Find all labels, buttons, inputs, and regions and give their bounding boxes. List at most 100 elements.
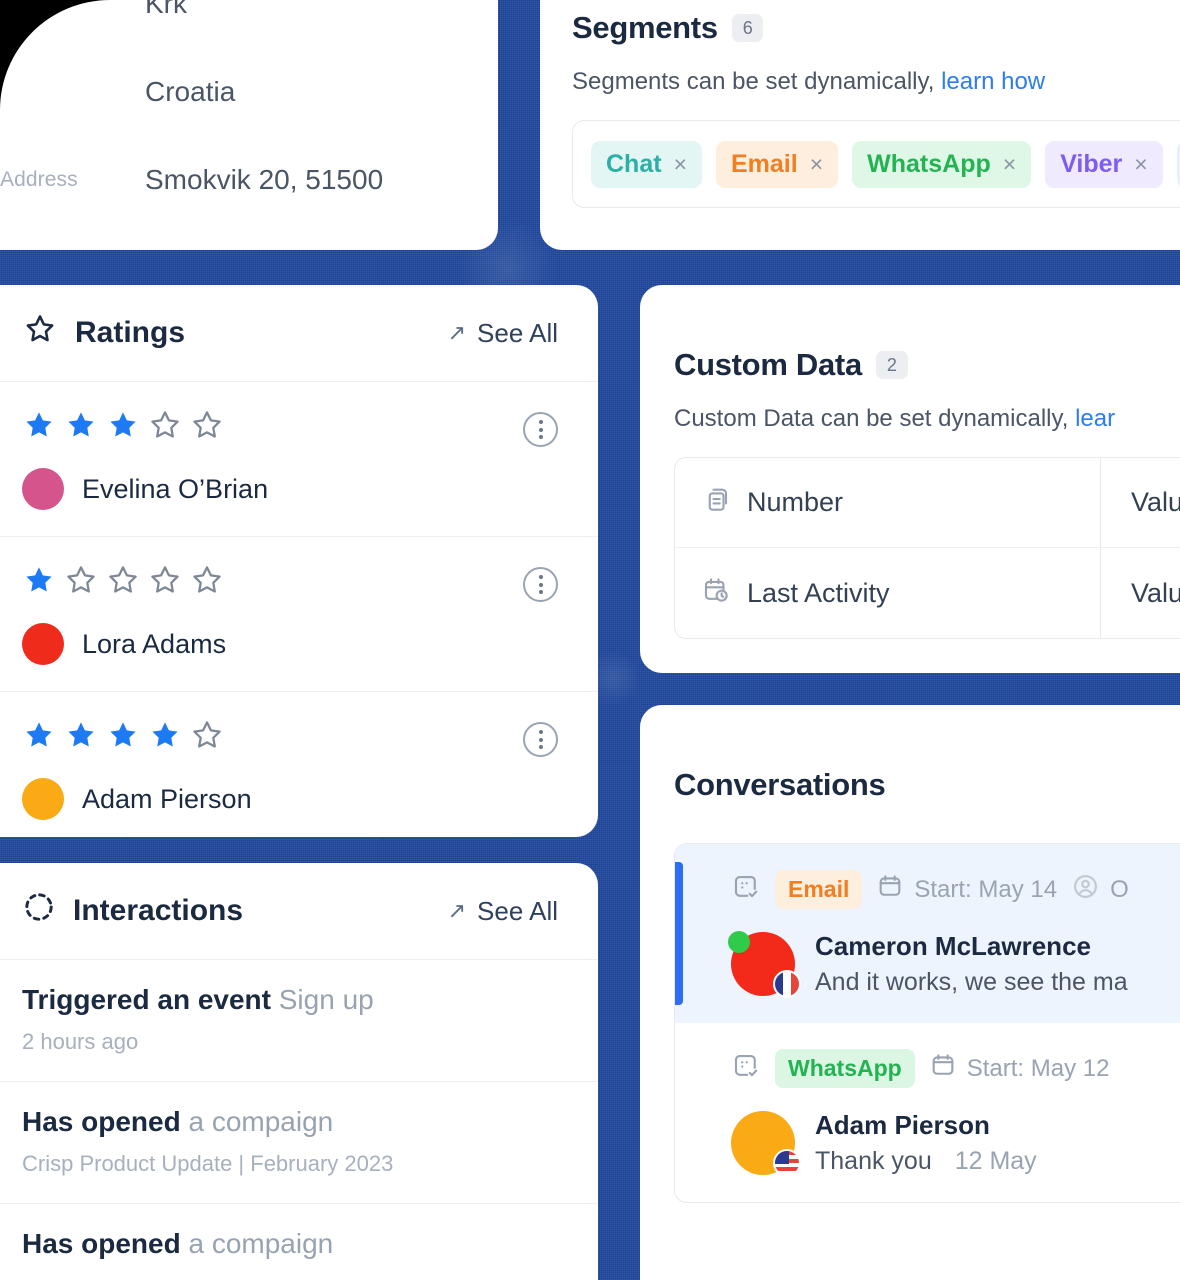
conversations-panel: Conversations Email Start: May 14 O Came… bbox=[640, 705, 1180, 1280]
conversation-preview-text: And it works, we see the ma bbox=[815, 968, 1128, 996]
conversation-preview: Thank you 12 May bbox=[815, 1147, 1037, 1176]
conversation-start: Start: May 12 bbox=[929, 1051, 1110, 1086]
interaction-action: Has opened bbox=[22, 1106, 181, 1137]
profile-field-value: Krk bbox=[145, 0, 187, 19]
custom-data-key: Number bbox=[675, 484, 1100, 521]
custom-data-title-row: Custom Data 2 bbox=[674, 347, 1180, 383]
interaction-row[interactable]: Has opened a compaign Crisp Product Upda… bbox=[0, 1082, 598, 1204]
segment-tag-label: Viber bbox=[1060, 149, 1123, 178]
interaction-row[interactable]: Has opened a compaign bbox=[0, 1204, 598, 1280]
ratings-panel: Ratings ↗ See All Evelina O’Brian Lora A… bbox=[0, 285, 598, 837]
segment-tag-label: Email bbox=[731, 149, 798, 178]
conversation-item[interactable]: Email Start: May 14 O Cameron McLawrence… bbox=[675, 844, 1180, 1023]
star-rating[interactable] bbox=[22, 408, 558, 442]
segment-tag-whatsapp[interactable]: WhatsApp × bbox=[852, 140, 1032, 188]
calendar-icon bbox=[876, 872, 904, 907]
star-empty-icon[interactable] bbox=[190, 408, 224, 442]
star-filled-icon[interactable] bbox=[148, 718, 182, 752]
star-filled-icon[interactable] bbox=[106, 408, 140, 442]
custom-data-learn-link[interactable]: lear bbox=[1075, 405, 1115, 432]
segments-learn-how-link[interactable]: learn how bbox=[941, 68, 1045, 95]
star-empty-icon[interactable] bbox=[106, 563, 140, 597]
star-rating[interactable] bbox=[22, 718, 558, 752]
profile-field-row[interactable]: Croatia bbox=[0, 48, 498, 136]
custom-data-key-label: Number bbox=[747, 487, 844, 517]
star-filled-icon[interactable] bbox=[22, 718, 56, 752]
custom-data-value[interactable]: Valu bbox=[1100, 548, 1180, 638]
rating-row[interactable]: Adam Pierson bbox=[0, 692, 598, 837]
ratings-title: Ratings bbox=[75, 316, 186, 349]
star-empty-icon[interactable] bbox=[64, 563, 98, 597]
more-options-icon[interactable] bbox=[523, 722, 558, 757]
segments-tag-input[interactable]: Chat × Email × WhatsApp × Viber × Tel bbox=[572, 120, 1180, 208]
conversations-list: Email Start: May 14 O Cameron McLawrence… bbox=[674, 843, 1180, 1203]
close-icon[interactable]: × bbox=[810, 151, 823, 178]
conversation-preview: And it works, we see the ma bbox=[815, 968, 1128, 997]
interaction-meta: 2 hours ago bbox=[22, 1029, 139, 1054]
ratings-see-all-button[interactable]: ↗ See All bbox=[448, 318, 558, 349]
interaction-object: a compaign bbox=[188, 1228, 334, 1259]
interactions-see-all-button[interactable]: ↗ See All bbox=[448, 896, 558, 927]
interaction-title: Triggered an event Sign up bbox=[22, 984, 558, 1016]
segment-tag-viber[interactable]: Viber × bbox=[1045, 140, 1163, 188]
avatar bbox=[728, 931, 801, 998]
interaction-row[interactable]: Triggered an event Sign up 2 hours ago bbox=[0, 960, 598, 1082]
ratings-see-all-label: See All bbox=[477, 317, 558, 348]
conversation-contact-name: Cameron McLawrence bbox=[815, 931, 1091, 961]
interaction-action: Has opened bbox=[22, 1228, 181, 1259]
avatar bbox=[731, 1111, 801, 1177]
segment-tag-email[interactable]: Email × bbox=[716, 140, 839, 188]
ratings-title-group: Ratings bbox=[22, 311, 185, 355]
rating-row[interactable]: Evelina O’Brian bbox=[0, 382, 598, 537]
close-icon[interactable]: × bbox=[674, 151, 687, 178]
star-rating[interactable] bbox=[22, 563, 558, 597]
avatar bbox=[22, 468, 64, 510]
custom-data-value[interactable]: Valu bbox=[1100, 458, 1180, 547]
custom-data-panel: Custom Data 2 Custom Data can be set dyn… bbox=[640, 285, 1180, 673]
star-filled-icon[interactable] bbox=[64, 408, 98, 442]
arrow-up-right-icon: ↗ bbox=[447, 320, 467, 345]
star-empty-icon[interactable] bbox=[190, 718, 224, 752]
star-empty-icon[interactable] bbox=[190, 563, 224, 597]
more-options-icon[interactable] bbox=[523, 567, 558, 602]
profile-field-row-address[interactable]: Address Smokvik 20, 51500 bbox=[0, 136, 498, 224]
interaction-meta: Crisp Product Update | February 2023 bbox=[22, 1151, 394, 1176]
rating-author: Evelina O’Brian bbox=[22, 468, 558, 510]
custom-data-row[interactable]: Last Activity Valu bbox=[675, 548, 1180, 638]
user-circle-icon bbox=[1071, 872, 1100, 908]
conversation-start-label: Start: May 14 bbox=[914, 875, 1058, 903]
rating-row[interactable]: Lora Adams bbox=[0, 537, 598, 692]
star-empty-icon[interactable] bbox=[148, 408, 182, 442]
star-empty-icon[interactable] bbox=[148, 563, 182, 597]
conversation-preview-text: Thank you bbox=[815, 1147, 932, 1175]
segment-tag-chat[interactable]: Chat × bbox=[591, 140, 702, 188]
segments-subtitle: Segments can be set dynamically, learn h… bbox=[572, 68, 1180, 96]
interactions-header: Interactions ↗ See All bbox=[0, 863, 598, 960]
close-icon[interactable]: × bbox=[1134, 151, 1147, 178]
avatar bbox=[22, 623, 64, 665]
avatar bbox=[22, 778, 64, 820]
more-options-icon[interactable] bbox=[523, 412, 558, 447]
calendar-clock-icon bbox=[701, 575, 731, 612]
conversation-body: Adam Pierson Thank you 12 May bbox=[731, 1110, 1180, 1177]
star-filled-icon[interactable] bbox=[22, 408, 56, 442]
conversation-body: Cameron McLawrence And it works, we see … bbox=[728, 931, 1180, 998]
interactions-panel: Interactions ↗ See All Triggered an even… bbox=[0, 863, 598, 1280]
custom-data-table: Number Valu Last Activity Valu bbox=[674, 457, 1180, 639]
close-icon[interactable]: × bbox=[1003, 151, 1016, 178]
conversation-text: Adam Pierson Thank you 12 May bbox=[815, 1110, 1037, 1176]
custom-data-title: Custom Data bbox=[674, 347, 862, 382]
star-filled-icon[interactable] bbox=[64, 718, 98, 752]
conversation-start-label: Start: May 12 bbox=[966, 1054, 1110, 1082]
segment-tag-label: WhatsApp bbox=[867, 149, 991, 178]
rating-author: Adam Pierson bbox=[22, 778, 558, 820]
interactions-title-group: Interactions bbox=[22, 890, 243, 932]
star-filled-icon[interactable] bbox=[22, 563, 56, 597]
custom-data-row[interactable]: Number Valu bbox=[675, 458, 1180, 548]
conversation-assignee: O bbox=[1071, 872, 1129, 908]
profile-field-row[interactable]: Krk bbox=[0, 0, 498, 48]
interactions-title: Interactions bbox=[73, 894, 244, 927]
conversation-item[interactable]: WhatsApp Start: May 12 Adam Pierson Than… bbox=[675, 1023, 1180, 1202]
star-filled-icon[interactable] bbox=[106, 718, 140, 752]
conversation-header: Email Start: May 14 O bbox=[731, 870, 1180, 909]
